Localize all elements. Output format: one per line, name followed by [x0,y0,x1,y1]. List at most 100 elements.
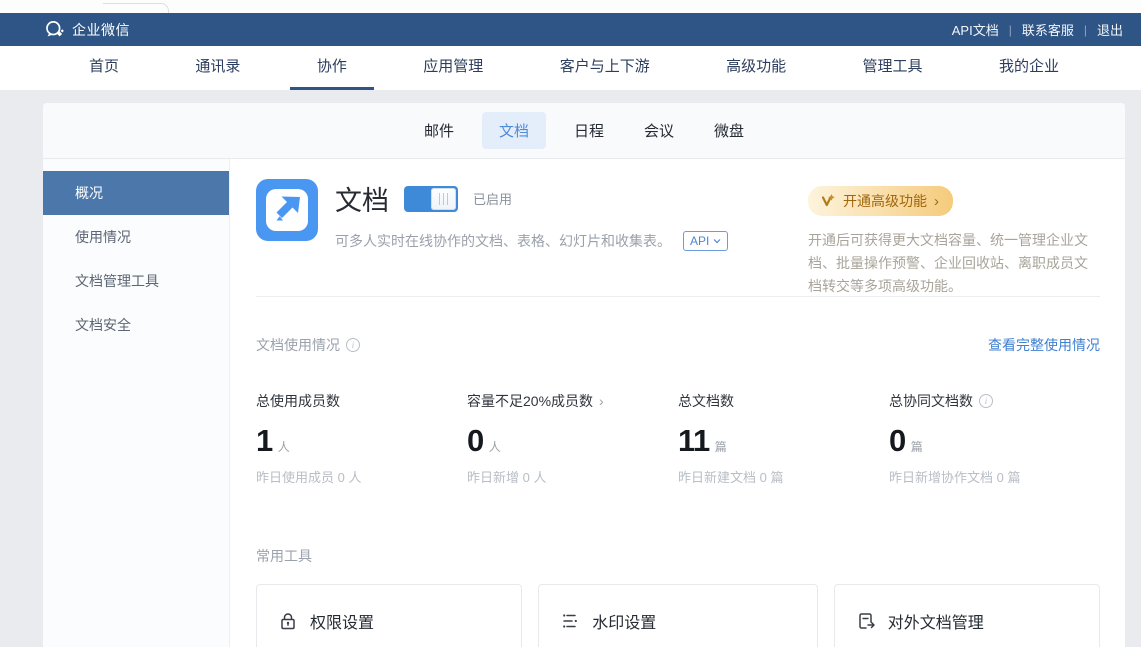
nav-item-home[interactable]: 首页 [62,46,146,90]
api-dropdown-button[interactable]: API [683,231,728,251]
main-nav: 首页 通讯录 协作 应用管理 客户与上下游 高级功能 管理工具 我的企业 [0,46,1141,90]
app-main: 文档 已启用 可多人实时在线协作的文档、表格、幻灯片和收集表。 [335,179,728,296]
usage-title-text: 文档使用情况 [256,335,340,355]
tool-card-watermark[interactable]: 水印设置 为企业内文档开启水印，数据泄露事件可追 [538,584,818,647]
tool-card-permissions[interactable]: 权限设置 设置企业内外的访问权限 [256,584,522,647]
watermark-icon [559,610,581,632]
api-docs-link[interactable]: API文档 [952,20,999,39]
stat-number: 1 [256,423,273,459]
content-card: 邮件 文档 日程 会议 微盘 概况 使用情况 文档管理工具 文档安全 [43,103,1125,647]
tab-docs[interactable]: 文档 [482,112,546,149]
tool-cards: 权限设置 设置企业内外的访问权限 [256,584,1100,647]
docs-sidebar: 概况 使用情况 文档管理工具 文档安全 [43,159,230,647]
premium-panel: 开通高级功能 › 开通后可获得更大文档容量、统一管理企业文档、批量操作预警、企业… [808,179,1100,296]
tab-drive[interactable]: 微盘 [714,120,744,141]
divider: | [1084,23,1087,37]
app-header: 文档 已启用 可多人实时在线协作的文档、表格、幻灯片和收集表。 [256,159,1100,296]
stat-label: 总文档数 [678,391,889,411]
stat-number: 0 [889,423,906,459]
upgrade-premium-label: 开通高级功能 [843,191,927,211]
topbar: 企业微信 API文档 | 联系客服 | 退出 [0,13,1141,46]
stat-subtext: 昨日新增协作文档 0 篇 [889,467,1100,486]
stat-subtext: 昨日使用成员 0 人 [256,467,467,486]
tab-calendar[interactable]: 日程 [574,120,604,141]
stat-label: 总使用成员数 [256,391,467,411]
tool-card-title: 对外文档管理 [888,609,984,633]
enable-toggle[interactable] [404,186,458,212]
stat-label[interactable]: 容量不足20%成员数 › [467,391,678,411]
nav-item-customers[interactable]: 客户与上下游 [533,46,677,90]
docs-arrow-icon [256,179,318,241]
stat-unit: 篇 [715,438,727,455]
nav-item-admin-tools[interactable]: 管理工具 [836,46,950,90]
stat-low-capacity-members: 容量不足20%成员数 › 0 人 昨日新增 0 人 [467,391,678,486]
sparkle-icon [820,194,836,208]
lock-icon [277,610,299,632]
collaboration-tabs: 邮件 文档 日程 会议 微盘 [43,103,1125,159]
info-circle-icon[interactable]: i [346,338,360,352]
divider: | [1009,23,1012,37]
stat-value: 11 篇 [678,423,889,459]
info-circle-icon[interactable]: i [979,394,993,408]
view-full-usage-link[interactable]: 查看完整使用情况 [988,335,1100,355]
stat-unit: 人 [489,438,501,455]
usage-stats: 总使用成员数 1 人 昨日使用成员 0 人 容量不足20%成员数 › [256,391,1100,486]
app-description: 可多人实时在线协作的文档、表格、幻灯片和收集表。 [335,231,671,251]
chat-bubble-icon [44,19,65,40]
stat-label-text: 容量不足20%成员数 [467,391,593,411]
browser-top-strip [0,0,1141,13]
stat-label: 总协同文档数 i [889,391,1100,411]
doc-share-icon [855,610,877,632]
main-content: 文档 已启用 可多人实时在线协作的文档、表格、幻灯片和收集表。 [230,159,1125,647]
upgrade-premium-button[interactable]: 开通高级功能 › [808,186,953,216]
brand-name: 企业微信 [72,20,130,40]
tool-card-external-docs[interactable]: 对外文档管理 查看和管理允许企业外访问的文档 [834,584,1100,647]
logout-link[interactable]: 退出 [1097,20,1123,39]
chevron-right-icon: › [934,194,939,209]
stat-value: 0 篇 [889,423,1100,459]
nav-item-advanced[interactable]: 高级功能 [699,46,813,90]
usage-section-title: 文档使用情况 i [256,335,360,355]
nav-item-contacts[interactable]: 通讯录 [168,46,267,90]
chevron-right-icon: › [599,393,604,409]
tool-card-header: 权限设置 [277,609,501,633]
stat-unit: 篇 [911,438,923,455]
premium-description: 开通后可获得更大文档容量、统一管理企业文档、批量操作预警、企业回收站、离职成员文… [808,229,1100,298]
stat-total-members: 总使用成员数 1 人 昨日使用成员 0 人 [256,391,467,486]
chevron-down-icon [713,238,721,244]
tool-card-header: 对外文档管理 [855,609,1079,633]
stat-value: 0 人 [467,423,678,459]
stat-unit: 人 [278,438,290,455]
api-label: API [690,234,709,248]
topbar-links: API文档 | 联系客服 | 退出 [952,20,1123,39]
tools-section-title: 常用工具 [256,546,1100,566]
stat-total-docs: 总文档数 11 篇 昨日新建文档 0 篇 [678,391,889,486]
wework-admin-screen: 企业微信 API文档 | 联系客服 | 退出 首页 通讯录 协作 应用管理 客户… [0,0,1141,647]
sidebar-item-usage[interactable]: 使用情况 [43,215,229,259]
toggle-knob [431,188,456,210]
usage-section-header: 文档使用情况 i 查看完整使用情况 [256,335,1100,355]
page-title: 文档 [335,179,389,218]
tool-card-title: 权限设置 [310,609,374,633]
sidebar-item-overview[interactable]: 概况 [43,171,229,215]
stat-subtext: 昨日新建文档 0 篇 [678,467,889,486]
brand-logo[interactable]: 企业微信 [44,19,130,40]
nav-item-apps[interactable]: 应用管理 [396,46,510,90]
tool-card-header: 水印设置 [559,609,797,633]
stat-label-text: 总协同文档数 [889,391,973,411]
app-title-row: 文档 已启用 [335,179,728,218]
tool-card-title: 水印设置 [592,609,656,633]
stat-collab-docs: 总协同文档数 i 0 篇 昨日新增协作文档 0 篇 [889,391,1100,486]
sidebar-item-doc-tools[interactable]: 文档管理工具 [43,259,229,303]
card-body: 概况 使用情况 文档管理工具 文档安全 [43,159,1125,647]
nav-item-my-company[interactable]: 我的企业 [972,46,1086,90]
tab-meeting[interactable]: 会议 [644,120,674,141]
stat-value: 1 人 [256,423,467,459]
status-label: 已启用 [473,189,512,208]
stat-label-text: 总文档数 [678,391,734,411]
sidebar-item-doc-security[interactable]: 文档安全 [43,303,229,347]
nav-item-collaboration[interactable]: 协作 [290,46,374,90]
contact-support-link[interactable]: 联系客服 [1022,20,1074,39]
tab-mail[interactable]: 邮件 [424,120,454,141]
app-description-row: 可多人实时在线协作的文档、表格、幻灯片和收集表。 API [335,231,728,251]
